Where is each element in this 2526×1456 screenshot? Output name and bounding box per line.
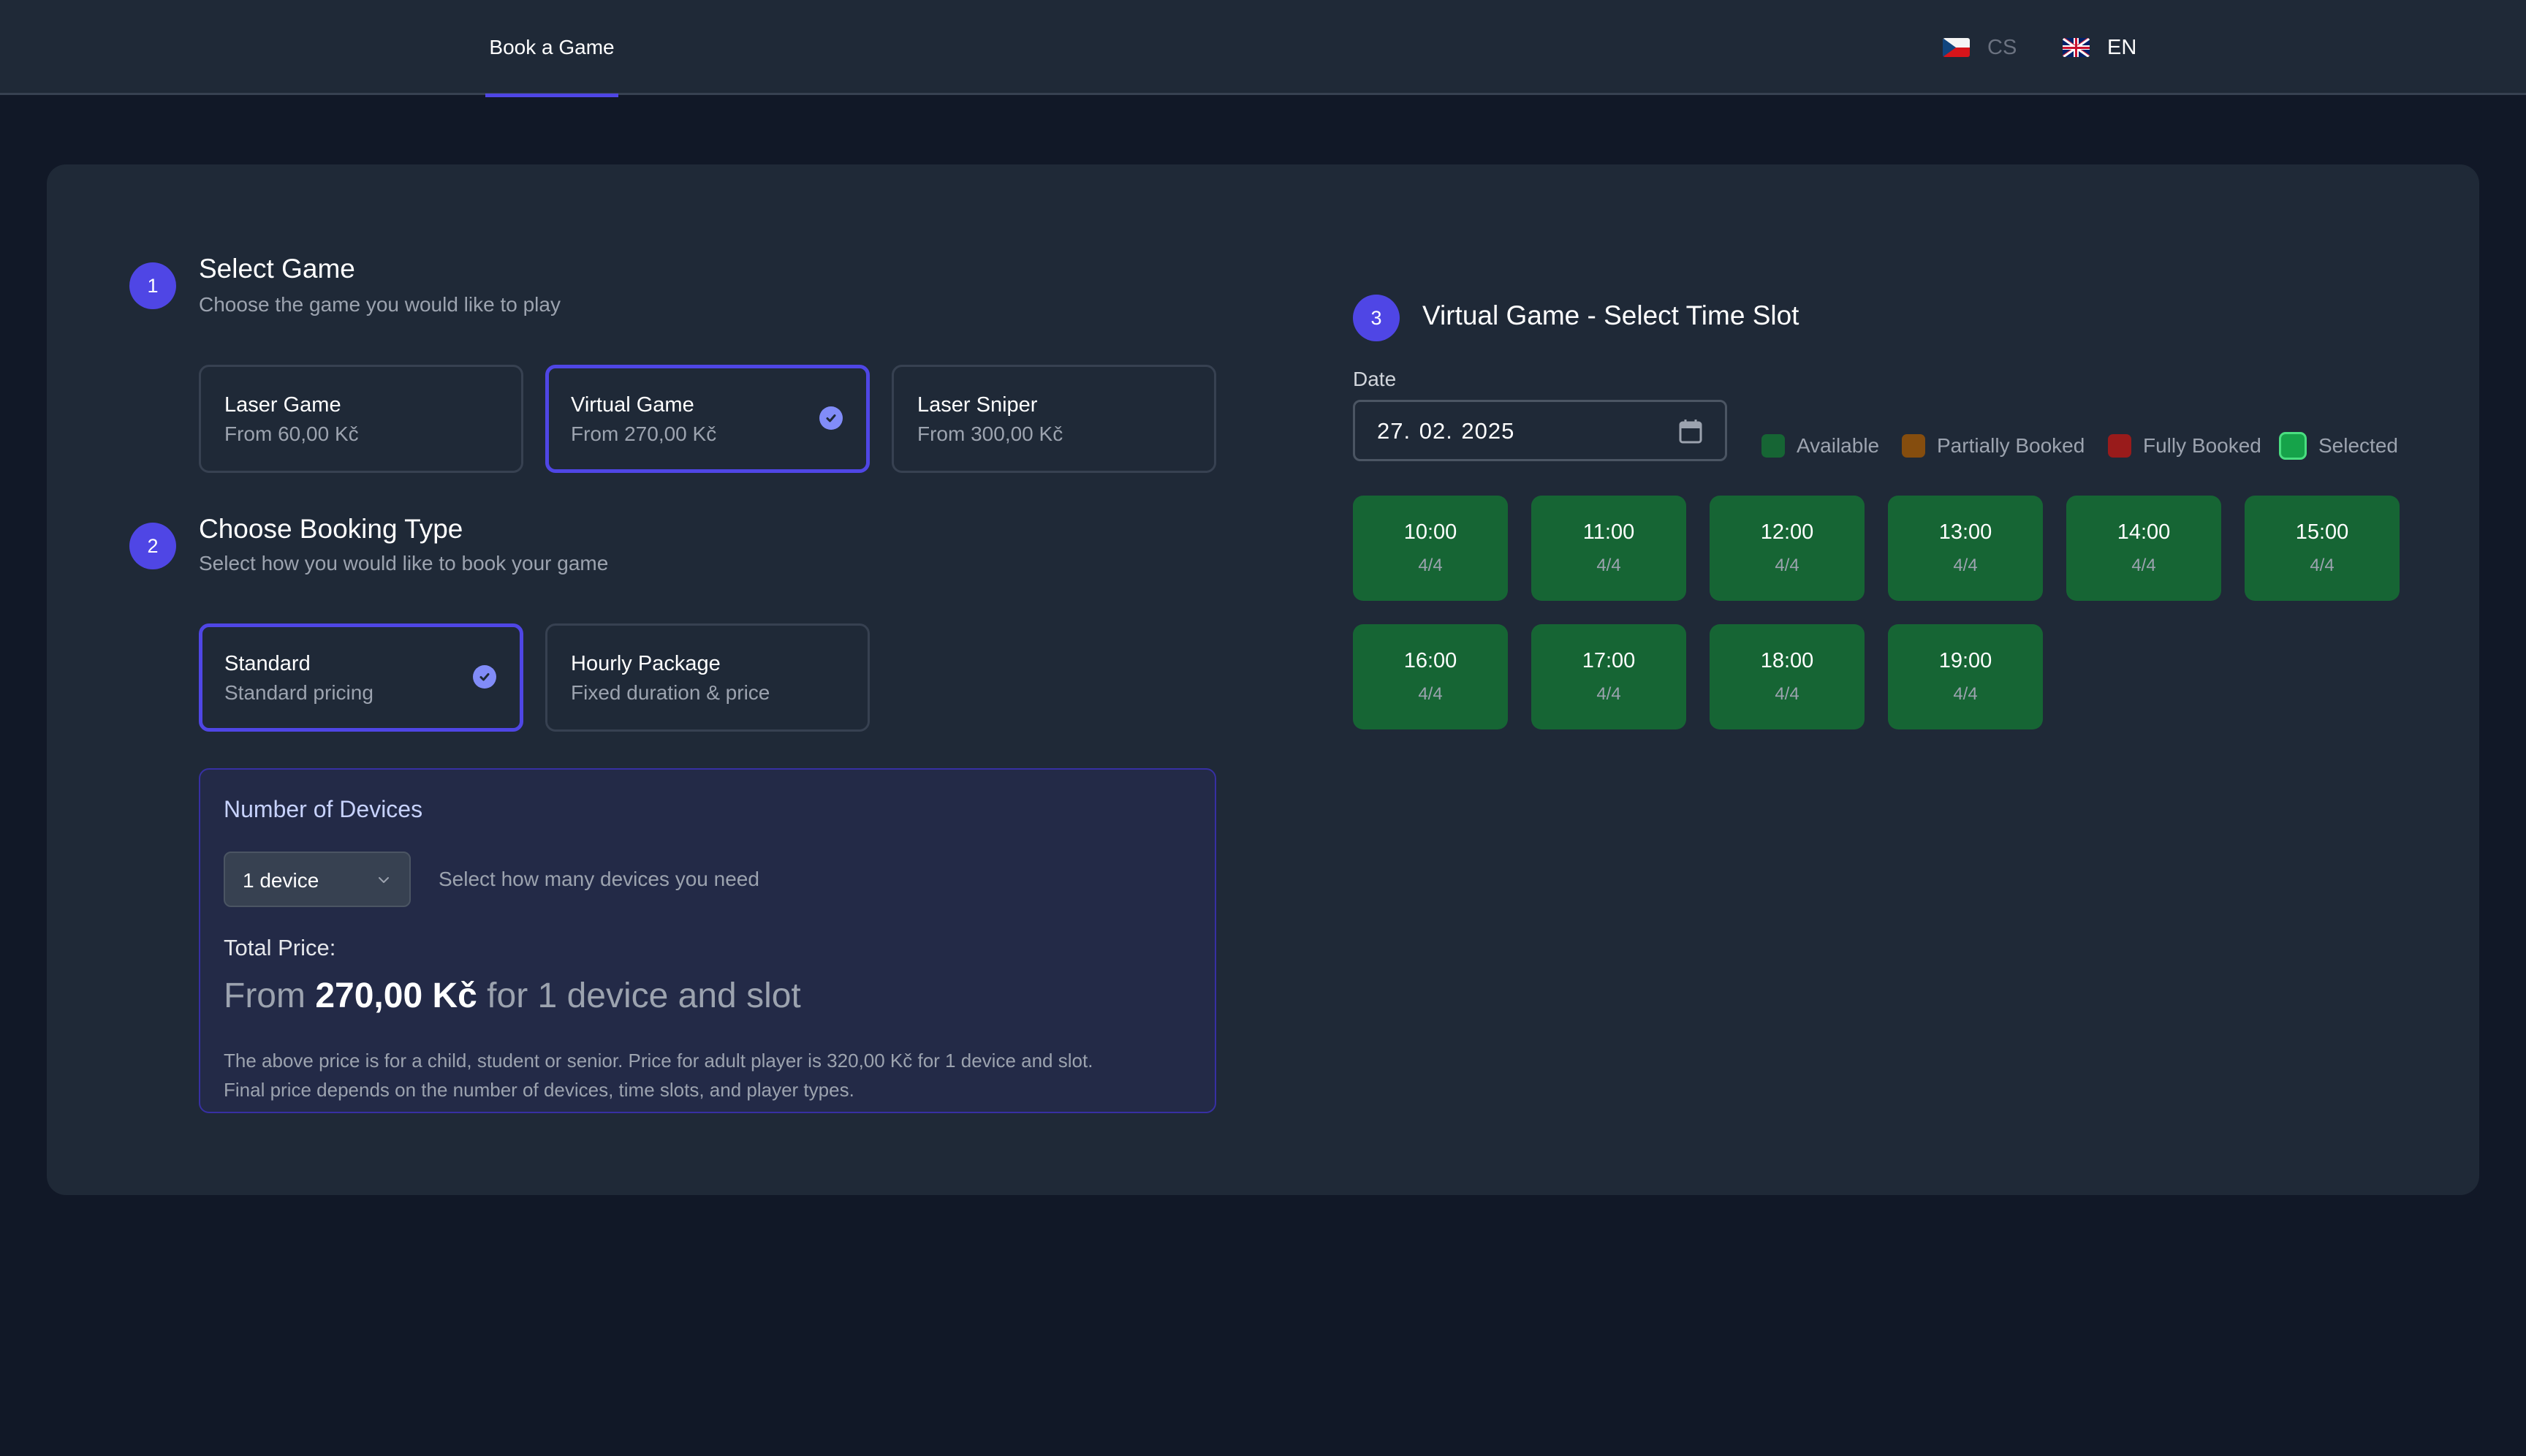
price-note-line-1: The above price is for a child, student …: [224, 1050, 1093, 1072]
game-option-laser-game[interactable]: Laser Game From 60,00 Kč: [199, 365, 523, 473]
slot-capacity: 4/4: [1596, 684, 1621, 704]
option-description: Standard pricing: [224, 681, 373, 704]
devices-panel: Number of Devices 1 device Select how ma…: [199, 768, 1216, 1113]
option-title: Standard: [224, 652, 311, 675]
slot-capacity: 4/4: [1596, 556, 1621, 575]
option-price: From 60,00 Kč: [224, 422, 359, 445]
czech-flag-icon: [1943, 38, 1970, 57]
option-price: From 300,00 Kč: [917, 422, 1063, 445]
available-swatch: [1761, 434, 1785, 458]
booking-type-subtitle: Select how you would like to book your g…: [199, 552, 609, 575]
booking-type-hourly-package[interactable]: Hourly Package Fixed duration & price: [545, 623, 870, 732]
date-label: Date: [1353, 368, 1397, 390]
time-slot-1300[interactable]: 13:00 4/4: [1888, 496, 2043, 601]
fully-booked-swatch: [2108, 434, 2131, 458]
slot-time: 13:00: [1938, 520, 1992, 544]
uk-flag-icon: [2063, 38, 2090, 57]
language-switch-cs[interactable]: CS: [1943, 32, 2017, 63]
select-game-title: Select Game: [199, 254, 355, 284]
calendar-icon[interactable]: [1678, 418, 1703, 444]
active-tab-indicator: [485, 94, 618, 97]
time-slot-1500[interactable]: 15:00 4/4: [2245, 496, 2400, 601]
check-circle-icon: [819, 406, 843, 430]
option-title: Laser Game: [224, 393, 341, 417]
language-switch-en[interactable]: EN: [2063, 32, 2136, 63]
slot-time: 16:00: [1403, 649, 1457, 672]
date-input[interactable]: 27. 02. 2025: [1353, 400, 1727, 461]
slot-capacity: 4/4: [1418, 684, 1443, 704]
slot-capacity: 4/4: [1775, 556, 1799, 575]
slot-capacity: 4/4: [2131, 556, 2156, 575]
device-count-value: 1 device: [243, 869, 319, 892]
date-value: 27. 02. 2025: [1377, 418, 1515, 444]
option-title: Laser Sniper: [917, 393, 1038, 417]
nav-tab-label: Book a Game: [489, 36, 615, 58]
step-1-badge: 1: [129, 262, 176, 309]
slot-capacity: 4/4: [1418, 556, 1443, 575]
price-note-line-2: Final price depends on the number of dev…: [224, 1079, 854, 1101]
booking-card: 1 Select Game Choose the game you would …: [47, 164, 2479, 1195]
time-slot-1600[interactable]: 16:00 4/4: [1353, 624, 1508, 729]
devices-title: Number of Devices: [224, 796, 423, 822]
selected-swatch: [2279, 432, 2307, 460]
time-slot-1800[interactable]: 18:00 4/4: [1710, 624, 1865, 729]
language-label: EN: [2107, 35, 2137, 59]
slot-time: 17:00: [1582, 649, 1636, 672]
chevron-down-icon: [379, 877, 389, 883]
top-navigation-bar: Book a Game CS EN: [0, 0, 2526, 97]
option-title: Virtual Game: [571, 393, 694, 417]
option-description: Fixed duration & price: [571, 681, 770, 704]
time-slot-1100[interactable]: 11:00 4/4: [1531, 496, 1686, 601]
slot-time: 14:00: [2117, 520, 2171, 544]
game-option-virtual-game[interactable]: Virtual Game From 270,00 Kč: [545, 365, 870, 473]
slot-time: 15:00: [2295, 520, 2349, 544]
legend-available: Available: [1761, 433, 1879, 459]
game-option-laser-sniper[interactable]: Laser Sniper From 300,00 Kč: [892, 365, 1216, 473]
time-slot-1700[interactable]: 17:00 4/4: [1531, 624, 1686, 729]
time-slot-1400[interactable]: 14:00 4/4: [2066, 496, 2221, 601]
slot-capacity: 4/4: [1953, 684, 1978, 704]
device-count-select[interactable]: 1 device: [224, 852, 411, 907]
legend-label: Fully Booked: [2143, 434, 2261, 457]
select-game-subtitle: Choose the game you would like to play: [199, 293, 561, 316]
legend-label: Partially Booked: [1937, 434, 2085, 457]
time-slot-1900[interactable]: 19:00 4/4: [1888, 624, 2043, 729]
booking-type-standard[interactable]: Standard Standard pricing: [199, 623, 523, 732]
total-price: From 270,00 Kč for 1 device and slot: [224, 976, 801, 1016]
option-title: Hourly Package: [571, 652, 721, 675]
total-prefix: From: [224, 977, 316, 1015]
legend-partially-booked: Partially Booked: [1902, 433, 2085, 459]
legend-label: Available: [1797, 434, 1880, 457]
legend-selected: Selected: [2279, 432, 2398, 460]
option-price: From 270,00 Kč: [571, 422, 717, 445]
legend-label: Selected: [2318, 434, 2398, 457]
slot-time: 11:00: [1582, 520, 1635, 544]
time-slot-1000[interactable]: 10:00 4/4: [1353, 496, 1508, 601]
step-3-badge: 3: [1353, 295, 1400, 341]
nav-tab-book-a-game[interactable]: Book a Game: [485, 0, 618, 97]
total-price-label: Total Price:: [224, 935, 336, 960]
check-circle-icon: [473, 665, 496, 689]
language-label: CS: [1987, 35, 2017, 59]
total-amount: 270,00 Kč: [315, 977, 477, 1015]
slot-time: 18:00: [1760, 649, 1814, 672]
booking-type-title: Choose Booking Type: [199, 514, 463, 544]
time-slot-1200[interactable]: 12:00 4/4: [1710, 496, 1865, 601]
partially-booked-swatch: [1902, 434, 1925, 458]
slot-time: 10:00: [1403, 520, 1457, 544]
slot-time: 12:00: [1760, 520, 1814, 544]
time-slot-grid: 10:00 4/4 11:00 4/4 12:00 4/4 13:00 4/4 14:00 4/4…: [1353, 496, 2400, 729]
slot-capacity: 4/4: [1953, 556, 1978, 575]
total-suffix: for 1 device and slot: [477, 977, 801, 1015]
step-2-badge: 2: [129, 523, 176, 569]
slot-capacity: 4/4: [2310, 556, 2335, 575]
slot-time: 19:00: [1938, 649, 1992, 672]
device-count-hint: Select how many devices you need: [439, 868, 759, 890]
time-slot-title: Virtual Game - Select Time Slot: [1422, 300, 1799, 330]
legend-fully-booked: Fully Booked: [2108, 433, 2261, 459]
slot-capacity: 4/4: [1775, 684, 1799, 704]
